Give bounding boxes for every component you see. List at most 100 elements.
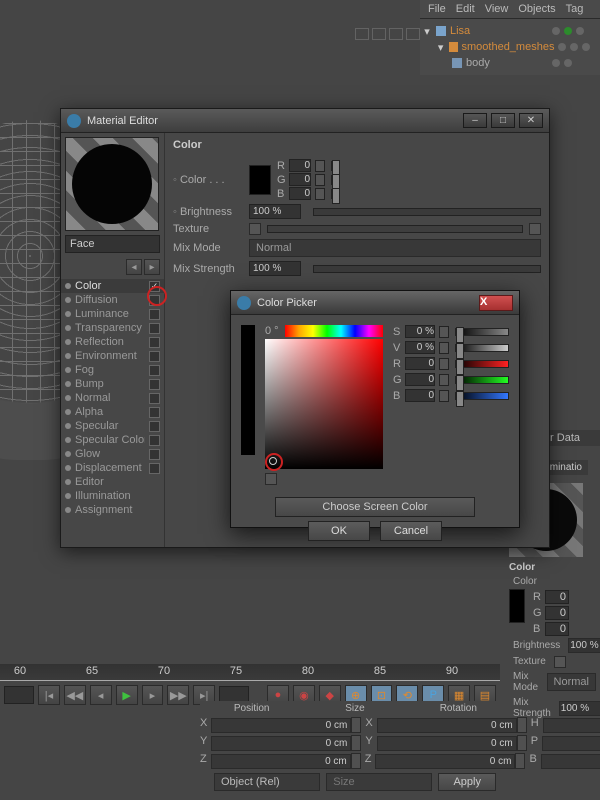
pan-icon[interactable] [355,28,369,40]
slider-g[interactable] [455,376,509,384]
spinner[interactable] [439,358,449,370]
cancel-button[interactable]: Cancel [380,521,442,541]
hierarchy-item-lisa[interactable]: ▾ Lisa [422,23,598,39]
spinner[interactable] [439,342,449,354]
material-preview[interactable] [65,137,159,231]
slider-r[interactable] [455,360,509,368]
spinner[interactable] [439,326,449,338]
next-frame-button[interactable]: ▸ [142,685,164,705]
prev-frame-button[interactable]: ◂ [90,685,112,705]
pos-X[interactable] [211,718,351,733]
spinner[interactable] [517,735,527,751]
spinner[interactable] [515,753,525,769]
spinner[interactable] [517,717,527,733]
texture-picker-icon[interactable] [249,223,261,235]
spinner[interactable] [315,188,325,200]
rot-Z[interactable] [541,754,600,769]
spinner[interactable] [351,717,361,733]
menu-edit[interactable]: Edit [456,3,475,15]
channel-illumination[interactable]: Illumination [61,489,164,503]
apply-button[interactable]: Apply [438,773,496,791]
mixstrength-input[interactable] [249,261,301,276]
color-swatch[interactable] [249,165,271,195]
coord-mode-select[interactable]: Object (Rel) [214,773,320,791]
slider-g[interactable] [331,175,333,185]
texture-picker-icon[interactable] [554,656,566,668]
spinner[interactable] [439,390,449,402]
object-hierarchy[interactable]: ▾ Lisa ▾ smoothed_meshes body [420,19,600,75]
mixstrength-input[interactable] [559,701,600,716]
slider-b[interactable] [455,392,509,400]
next-material-button[interactable]: ▸ [144,259,160,275]
mixmode-select[interactable]: Normal [249,239,541,257]
value-r[interactable]: 0 [545,590,569,604]
value-r[interactable]: 0 [405,357,435,370]
close-button[interactable]: ✕ [519,113,543,128]
prev-key-button[interactable]: ◀◀ [64,685,86,705]
channel-environment[interactable]: Environment [61,349,164,363]
ok-button[interactable]: OK [308,521,370,541]
value-r[interactable]: 0 [289,159,311,172]
window-titlebar[interactable]: Material Editor – □ ✕ [61,109,549,133]
size-X[interactable] [377,718,517,733]
choose-screen-color-button[interactable]: Choose Screen Color [275,497,475,517]
viewport-nav-icons[interactable] [355,28,420,40]
prev-material-button[interactable]: ◂ [126,259,142,275]
channel-specular-color[interactable]: Specular Color [61,433,164,447]
value-b[interactable]: 0 [289,187,311,200]
texture-options-icon[interactable] [529,223,541,235]
slider-s[interactable] [455,328,509,336]
spinner[interactable] [315,174,325,186]
hue-slider[interactable] [285,325,383,337]
eyedropper-icon[interactable] [265,473,277,485]
goto-start-button[interactable]: |◂ [38,685,60,705]
material-name-input[interactable]: Face [65,235,160,253]
value-g[interactable]: 0 [545,606,569,620]
close-button[interactable]: X [479,295,513,311]
timeline-ruler[interactable]: 60657075808590 [0,664,500,680]
channel-bump[interactable]: Bump [61,377,164,391]
channel-editor[interactable]: Editor [61,475,164,489]
channel-reflection[interactable]: Reflection [61,335,164,349]
play-button[interactable]: ▶ [116,685,138,705]
brightness-input[interactable] [249,204,301,219]
size-Z[interactable] [375,754,515,769]
menu-tags[interactable]: Tag [566,3,584,15]
rot-Y[interactable] [542,736,600,751]
menu-view[interactable]: View [485,3,509,15]
channel-glow[interactable]: Glow [61,447,164,461]
channel-transparency[interactable]: Transparency [61,321,164,335]
pos-Y[interactable] [211,736,351,751]
channel-assignment[interactable]: Assignment [61,503,164,517]
spinner[interactable] [351,753,361,769]
slider-r[interactable] [331,161,333,171]
expand-icon[interactable]: ▾ [422,25,432,38]
zoom-icon[interactable] [372,28,386,40]
slider-b[interactable] [331,189,333,199]
channel-specular[interactable]: Specular [61,419,164,433]
color-swatch[interactable] [509,589,525,623]
value-b[interactable]: 0 [545,622,569,636]
menu-file[interactable]: File [428,3,446,15]
channel-alpha[interactable]: Alpha [61,405,164,419]
dialog-titlebar[interactable]: Color Picker X [231,291,519,315]
expand-icon[interactable]: ▾ [436,41,445,54]
menu-objects[interactable]: Objects [518,3,555,15]
channel-fog[interactable]: Fog [61,363,164,377]
spinner[interactable] [439,374,449,386]
mixmode-select[interactable]: Normal [547,673,596,691]
hierarchy-item-body[interactable]: body [422,55,598,71]
object-manager-menu[interactable]: File Edit View Objects Tag [420,0,600,19]
hierarchy-item-smoothed[interactable]: ▾ smoothed_meshes [422,39,598,55]
texture-field[interactable] [267,225,523,233]
next-key-button[interactable]: ▶▶ [167,685,189,705]
maximize-icon[interactable] [406,28,420,40]
value-g[interactable]: 0 [405,373,435,386]
size-Y[interactable] [377,736,517,751]
mixstrength-slider[interactable] [313,265,541,273]
brightness-slider[interactable] [313,208,541,216]
brightness-input[interactable] [568,638,600,653]
size-mode-select[interactable]: Size [326,773,432,791]
spinner[interactable] [351,735,361,751]
channel-displacement[interactable]: Displacement [61,461,164,475]
